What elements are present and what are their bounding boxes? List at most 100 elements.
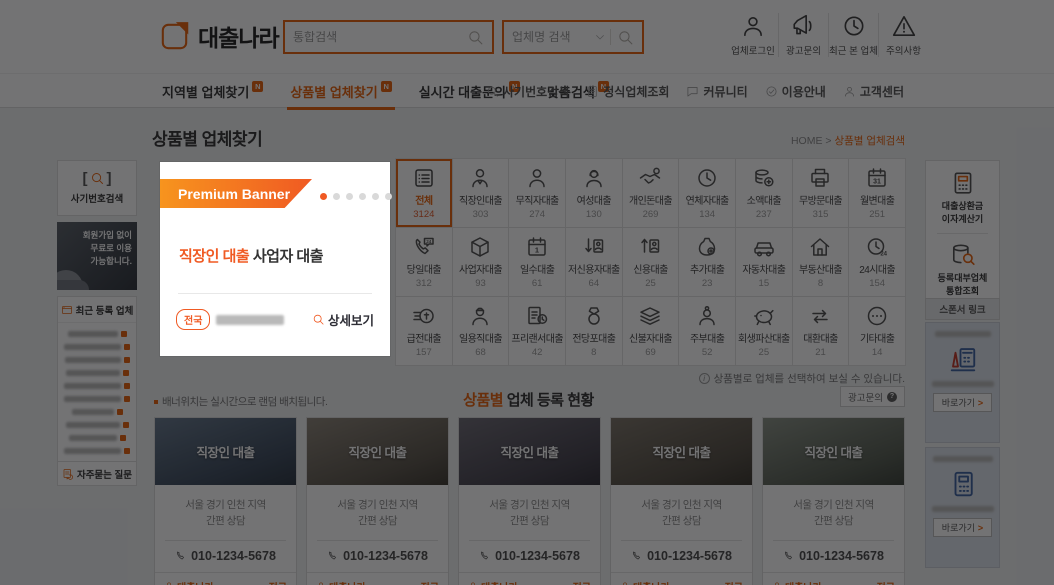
- search-icon[interactable]: [617, 29, 634, 46]
- util-item-0[interactable]: 사기번호검색: [486, 74, 569, 109]
- util-item-2[interactable]: 커뮤니티: [686, 74, 747, 109]
- category-cell-10[interactable]: 사업자대출 93: [453, 228, 510, 297]
- card-footer: 대출나라 전국: [307, 572, 448, 585]
- search-icon[interactable]: [467, 29, 484, 46]
- quick-user[interactable]: 업체로그인: [728, 13, 778, 57]
- card-phone[interactable]: 010-1234-5678: [307, 541, 448, 572]
- category-count: 130: [586, 209, 602, 220]
- promo-banner[interactable]: 회원가입 없이 무료로 이용 가능합니다.: [57, 222, 137, 290]
- category-cell-17[interactable]: 24 24시대출 154: [849, 228, 906, 297]
- company-badge: [124, 344, 130, 350]
- category-cell-2[interactable]: 무직자대출 274: [509, 159, 566, 228]
- logo[interactable]: 대출나라: [158, 19, 279, 53]
- nav-item-0[interactable]: 지역별 업체찾기N: [162, 74, 263, 109]
- category-count: 251: [869, 209, 885, 220]
- category-cell-6[interactable]: 소액대출 237: [736, 159, 793, 228]
- card-phone[interactable]: 010-1234-5678: [611, 541, 752, 572]
- card-phone[interactable]: 010-1234-5678: [459, 541, 600, 572]
- listing-card-0[interactable]: 직장인 대출 서울 경기 인천 지역간편 상담 010-1234-5678 대출…: [154, 417, 297, 585]
- faq-box[interactable]: 자주묻는 질문: [57, 461, 137, 486]
- sponsor-go-button[interactable]: 바로가기>: [933, 518, 992, 537]
- ad-inquiry-button[interactable]: 광고문의 ?: [840, 386, 905, 407]
- breadcrumb-home[interactable]: HOME: [791, 135, 823, 147]
- category-cell-3[interactable]: 여성대출 130: [566, 159, 623, 228]
- category-cell-8[interactable]: 31 월변대출 251: [849, 159, 906, 228]
- recent-company-item[interactable]: [64, 418, 130, 431]
- listing-card-2[interactable]: 직장인 대출 서울 경기 인천 지역간편 상담 010-1234-5678 대출…: [458, 417, 601, 585]
- category-cell-22[interactable]: 신불자대출 69: [623, 297, 680, 366]
- category-cell-11[interactable]: 1 일수대출 61: [509, 228, 566, 297]
- company-search-input[interactable]: [512, 30, 594, 44]
- carousel-dot-2[interactable]: [346, 193, 353, 200]
- util-item-4[interactable]: 고객센터: [843, 74, 904, 109]
- card-scope: 전국: [421, 579, 439, 585]
- listing-card-3[interactable]: 직장인 대출 서울 경기 인천 지역간편 상담 010-1234-5678 대출…: [610, 417, 753, 585]
- phone-24-icon: 24: [412, 235, 436, 259]
- listing-card-4[interactable]: 직장인 대출 서울 경기 인천 지역간편 상담 010-1234-5678 대출…: [762, 417, 905, 585]
- carousel-dot-0[interactable]: [320, 193, 327, 200]
- carousel-dot-3[interactable]: [359, 193, 366, 200]
- quick-warning[interactable]: 주의사항: [878, 13, 928, 57]
- card-region: 서울 경기 인천 지역간편 상담: [611, 485, 752, 530]
- sponsor-banner-2[interactable]: 바로가기>: [925, 447, 1000, 568]
- window-icon: [61, 304, 73, 316]
- quick-clock[interactable]: 최근 본 업체: [828, 13, 878, 57]
- recent-company-item[interactable]: [64, 379, 130, 392]
- person-tie-icon: [468, 166, 492, 190]
- chevron-down-icon[interactable]: [594, 31, 606, 43]
- category-cell-9[interactable]: 24 당일대출 312: [396, 228, 453, 297]
- header: 대출나라 업체로그인 광고문의 최근 본 업체 주의사항: [0, 0, 1054, 73]
- lender-lookup-link[interactable]: 등록대부업체통합조회: [938, 242, 988, 297]
- category-cell-4[interactable]: 개인돈대출 269: [623, 159, 680, 228]
- recent-company-item[interactable]: [64, 431, 130, 444]
- category-cell-21[interactable]: 전당포대출 8: [566, 297, 623, 366]
- sponsor-banner-1[interactable]: 바로가기>: [925, 322, 1000, 443]
- category-cell-20[interactable]: 프리랜서대출 42: [509, 297, 566, 366]
- category-cell-24[interactable]: 회생파산대출 25: [736, 297, 793, 366]
- recent-company-item[interactable]: [64, 327, 130, 340]
- recent-company-item[interactable]: [64, 392, 130, 405]
- calculator-pen-icon: [948, 344, 978, 374]
- category-cell-14[interactable]: 추가대출 23: [679, 228, 736, 297]
- detail-link[interactable]: 상세보기: [312, 310, 374, 329]
- category-label: 여성대출: [577, 192, 611, 207]
- category-cell-23[interactable]: 주부대출 52: [679, 297, 736, 366]
- util-item-3[interactable]: 이용안내: [765, 74, 826, 109]
- fraud-number-search-box[interactable]: [ ] 사기번호검색: [57, 160, 137, 216]
- category-cell-16[interactable]: 부동산대출 8: [793, 228, 850, 297]
- carousel-dot-4[interactable]: [372, 193, 379, 200]
- recent-company-item[interactable]: [64, 353, 130, 366]
- nav-item-1[interactable]: 상품별 업체찾기N: [290, 74, 391, 109]
- recent-company-item[interactable]: [64, 444, 130, 457]
- category-cell-13[interactable]: 신용대출 25: [623, 228, 680, 297]
- recent-company-item[interactable]: [64, 366, 130, 379]
- recent-company-item[interactable]: [64, 340, 130, 353]
- sponsor-go-button[interactable]: 바로가기>: [933, 393, 992, 412]
- listing-card-1[interactable]: 직장인 대출 서울 경기 인천 지역간편 상담 010-1234-5678 대출…: [306, 417, 449, 585]
- loan-calculator-link[interactable]: 대출상환금이자계산기: [942, 170, 983, 225]
- category-cell-5[interactable]: 연체자대출 134: [679, 159, 736, 228]
- quick-megaphone[interactable]: 광고문의: [778, 13, 828, 57]
- carousel-dot-1[interactable]: [333, 193, 340, 200]
- category-cell-25[interactable]: 대환대출 21: [793, 297, 850, 366]
- detail-link-label: 상세보기: [328, 310, 374, 329]
- category-cell-19[interactable]: 일용직대출 68: [453, 297, 510, 366]
- util-item-1[interactable]: 정식업체조회: [586, 74, 669, 109]
- category-cell-15[interactable]: 자동차대출 15: [736, 228, 793, 297]
- recent-company-item[interactable]: [64, 405, 130, 418]
- category-cell-7[interactable]: 무방문대출 315: [793, 159, 850, 228]
- carousel-dot-5[interactable]: [385, 193, 392, 200]
- category-count: 312: [416, 278, 432, 289]
- category-cell-18[interactable]: 급전대출 157: [396, 297, 453, 366]
- category-cell-12[interactable]: 저신용자대출 64: [566, 228, 623, 297]
- category-cell-1[interactable]: 직장인대출 303: [453, 159, 510, 228]
- card-phone[interactable]: 010-1234-5678: [155, 541, 296, 572]
- main-search-input[interactable]: [293, 30, 467, 44]
- blurred-company-name: [66, 370, 120, 376]
- doc-clock-icon: [525, 304, 549, 328]
- premium-banner-card[interactable]: Premium Banner 직장인 대출 사업자 대출 전국 상세보기: [160, 162, 390, 356]
- category-label: 당일대출: [407, 261, 441, 276]
- category-cell-0[interactable]: 전체 3124: [396, 159, 453, 228]
- card-phone[interactable]: 010-1234-5678: [763, 541, 904, 572]
- category-cell-26[interactable]: 기타대출 14: [849, 297, 906, 366]
